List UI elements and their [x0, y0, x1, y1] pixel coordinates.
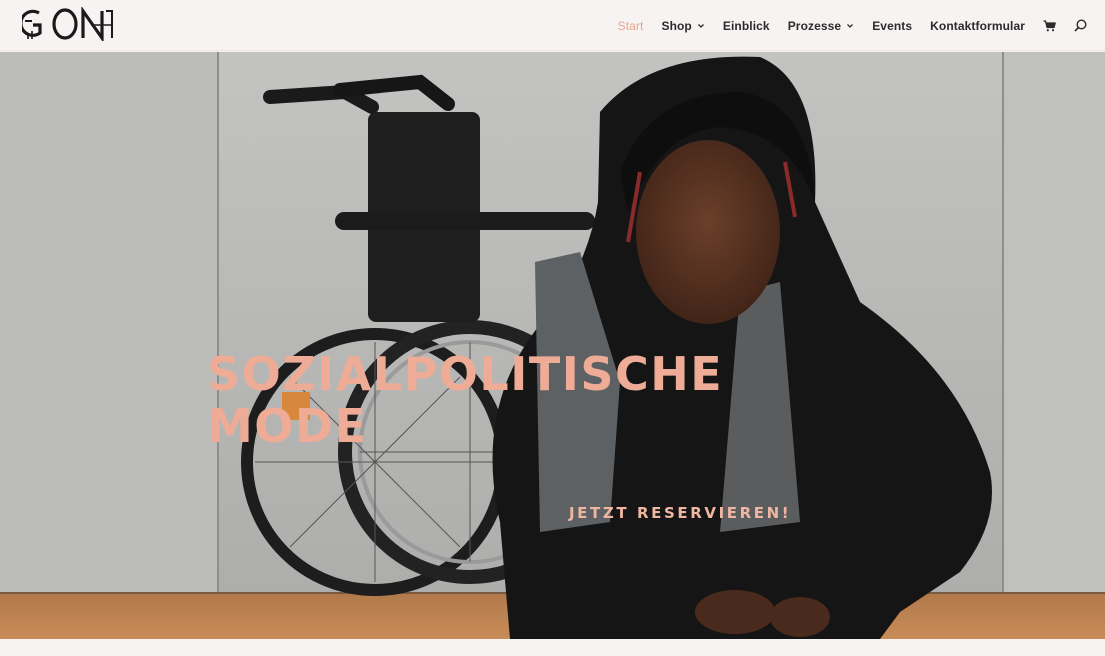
nav-item-events[interactable]: Events: [872, 0, 912, 51]
cart-icon: [1043, 19, 1056, 31]
nav-label: Start: [617, 18, 644, 33]
chevron-down-icon: [847, 23, 854, 28]
page-bottom-strip: [0, 639, 1105, 656]
hero-title-line1: SOZIALPOLITISCHE: [207, 347, 724, 401]
nav-label: Einblick: [722, 18, 770, 33]
chevron-down-icon: [697, 23, 704, 28]
reserve-button[interactable]: JETZT RESERVIEREN!: [569, 504, 791, 522]
main-nav: Start Shop Einblick Prozesse Events Kont…: [600, 0, 1087, 51]
nav-item-kontaktformular[interactable]: Kontaktformular: [930, 0, 1025, 51]
cart-button[interactable]: [1043, 0, 1056, 51]
nav-item-shop[interactable]: Shop: [661, 0, 704, 51]
site-header: Start Shop Einblick Prozesse Events Kont…: [0, 0, 1105, 51]
logo-icon: [19, 5, 113, 44]
hero-title: SOZIALPOLITISCHE MODE: [207, 348, 847, 452]
nav-item-einblick[interactable]: Einblick: [723, 0, 770, 51]
search-button[interactable]: [1074, 0, 1087, 51]
nav-label: Events: [872, 18, 913, 33]
nav-label: Prozesse: [787, 18, 842, 33]
nav-item-prozesse[interactable]: Prozesse: [788, 0, 855, 51]
nav-label: Shop: [661, 18, 692, 33]
hero-title-line2: MODE: [207, 399, 368, 453]
brand-logo[interactable]: [19, 5, 114, 44]
nav-label: Kontaktformular: [930, 18, 1025, 33]
nav-item-start[interactable]: Start: [618, 0, 644, 51]
hero-section: SOZIALPOLITISCHE MODE JETZT RESERVIEREN!: [0, 52, 1105, 639]
hero-photo: [0, 52, 1105, 639]
search-icon: [1074, 19, 1087, 32]
